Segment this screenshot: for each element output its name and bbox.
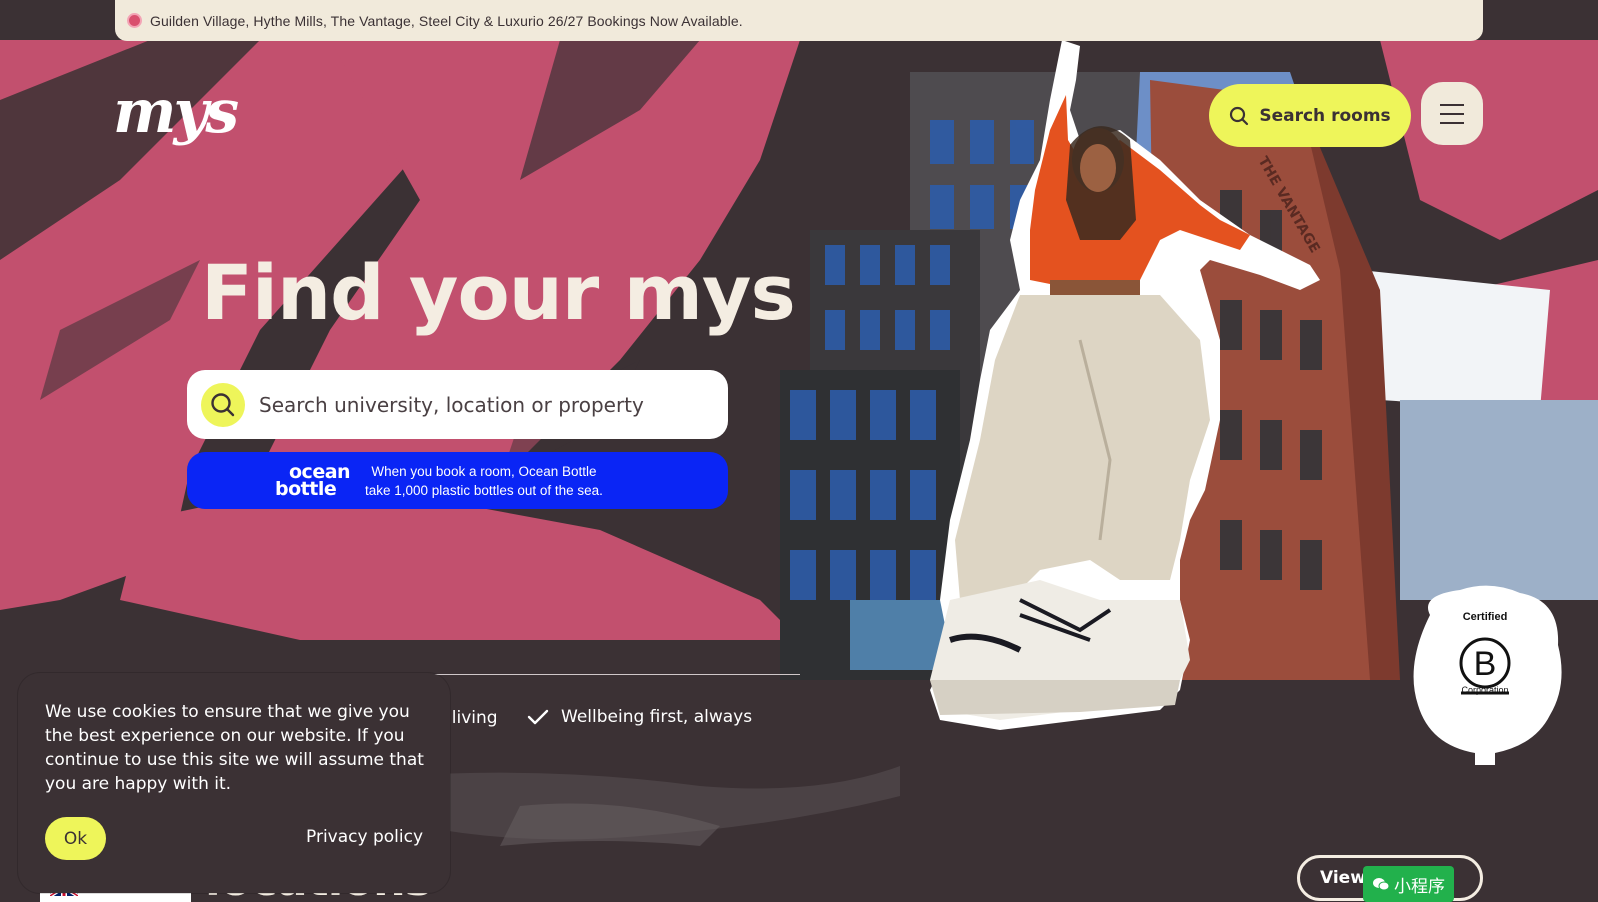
- wechat-mini-program-button[interactable]: 小程序: [1363, 866, 1454, 902]
- ocean-bottle-logo: ocean bottle: [275, 460, 351, 500]
- feature-item: Wellbeing first, always: [527, 707, 752, 727]
- announcement-bar[interactable]: Guilden Village, Hythe Mills, The Vantag…: [115, 0, 1483, 41]
- location-search-input[interactable]: [259, 392, 699, 417]
- hamburger-icon-line: [1440, 121, 1464, 124]
- hamburger-icon-line: [1440, 112, 1464, 115]
- b-corp-splash: B: [1413, 585, 1562, 765]
- search-icon: [1230, 106, 1249, 125]
- privacy-policy-link[interactable]: Privacy policy: [306, 827, 423, 847]
- svg-text:B: B: [1474, 645, 1497, 683]
- ocean-bottle-banner[interactable]: ocean bottle When you book a room, Ocean…: [187, 452, 728, 509]
- b-corp-corporation-label: Corporation: [1461, 685, 1509, 695]
- b-corp-certified-label: Certified: [1462, 611, 1508, 623]
- status-dot-icon: [127, 13, 142, 28]
- check-icon: [527, 709, 549, 725]
- search-rooms-label: Search rooms: [1259, 105, 1391, 126]
- cookie-ok-button[interactable]: Ok: [45, 817, 106, 860]
- search-icon[interactable]: [201, 382, 245, 427]
- cookie-message: We use cookies to ensure that we give yo…: [45, 702, 424, 794]
- feature-label: Wellbeing first, always: [561, 707, 753, 727]
- ocean-bottle-text: When you book a room, Ocean Bottle take …: [365, 463, 603, 498]
- wechat-icon: [1373, 878, 1390, 891]
- b-corp-badge: B Certified Corporation: [1400, 575, 1570, 765]
- hero-title: Find your mys: [201, 248, 796, 337]
- cookie-consent-popup: We use cookies to ensure that we give yo…: [18, 673, 450, 893]
- search-rooms-button[interactable]: Search rooms: [1209, 84, 1411, 147]
- menu-button[interactable]: [1421, 82, 1483, 145]
- feature-divider: [430, 674, 800, 675]
- hamburger-icon-line: [1440, 103, 1464, 106]
- announcement-text: Guilden Village, Hythe Mills, The Vantag…: [150, 12, 743, 29]
- mys-logo[interactable]: mys: [113, 82, 239, 142]
- mini-program-label: 小程序: [1394, 876, 1445, 897]
- location-search-box[interactable]: [187, 370, 728, 439]
